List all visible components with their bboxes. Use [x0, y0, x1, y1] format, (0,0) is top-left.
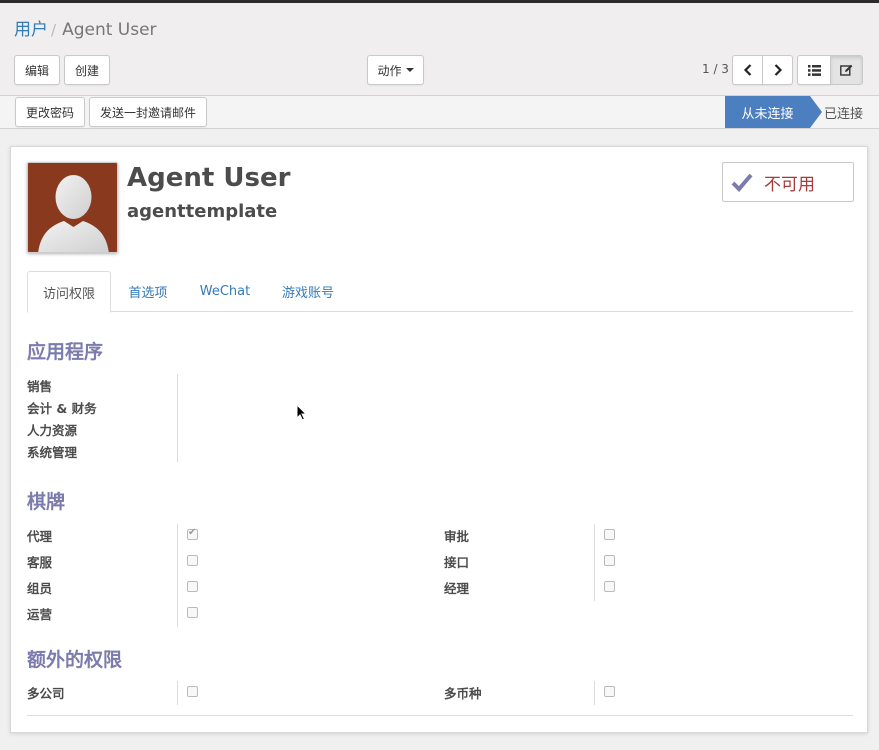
form-sheet: Agent User agenttemplate 不可用 访问权限 首选项 We… [10, 146, 868, 733]
group-support-label: 客服 [27, 555, 53, 570]
edit-button-label: 编辑 [24, 63, 49, 78]
form-view-button[interactable] [830, 55, 863, 85]
extra-right-divider [594, 681, 595, 705]
group-operation-label: 运营 [27, 607, 53, 622]
app-accounting-label: 会计 & 财务 [27, 401, 97, 416]
group-manager-checkbox[interactable] [604, 581, 615, 592]
app-hr-label: 人力资源 [27, 423, 78, 438]
group-member-checkbox[interactable] [187, 581, 198, 592]
breadcrumb: 用户 / Agent User [14, 15, 157, 40]
change-password-label: 更改密码 [25, 105, 74, 120]
active-toggle-label: 不可用 [764, 174, 815, 195]
group-interface-checkbox[interactable] [604, 555, 615, 566]
app-sales-label: 销售 [27, 379, 53, 394]
pager-value: 1 / 3 [702, 62, 729, 76]
extra-left-divider [177, 681, 178, 705]
check-icon [731, 173, 753, 192]
statusbar: 更改密码 发送一封邀请邮件 从未连接 已连接 [0, 95, 879, 129]
chess-right-divider [594, 524, 595, 601]
action-button-label: 动作 [377, 63, 402, 78]
tab-preferences[interactable]: 首选项 [116, 271, 180, 312]
breadcrumb-users-link[interactable]: 用户 [14, 20, 48, 40]
send-invite-label: 发送一封邀请邮件 [99, 105, 196, 120]
group-support-checkbox[interactable] [187, 555, 198, 566]
multi-currency-checkbox[interactable] [604, 686, 615, 697]
status-never-connected: 从未连接 [725, 96, 822, 128]
action-dropdown-button[interactable]: 动作 [367, 55, 424, 85]
group-approval-label: 审批 [444, 529, 470, 544]
create-button-label: 创建 [74, 63, 99, 78]
status-connected: 已连接 [824, 96, 863, 128]
send-invite-button[interactable]: 发送一封邀请邮件 [89, 97, 207, 127]
multi-currency-label: 多币种 [444, 686, 482, 701]
group-agent-label: 代理 [27, 529, 53, 544]
group-operation-checkbox[interactable] [187, 607, 198, 618]
chevron-left-icon [743, 64, 751, 76]
status-never-connected-label: 从未连接 [741, 106, 794, 122]
group-agent-checkbox[interactable] [187, 527, 198, 540]
user-name: Agent User [127, 163, 291, 193]
active-toggle-button[interactable]: 不可用 [722, 162, 854, 202]
tab-wechat[interactable]: WeChat [190, 271, 260, 312]
list-view-icon [807, 64, 821, 76]
app-admin-label: 系统管理 [27, 445, 78, 460]
tab-game-accounts[interactable]: 游戏账号 [272, 271, 344, 312]
group-approval-checkbox[interactable] [604, 529, 615, 540]
edit-form-icon [840, 64, 853, 76]
person-placeholder-icon [38, 175, 109, 252]
chevron-right-icon [774, 64, 782, 76]
extra-rights-section-title: 额外的权限 [27, 649, 123, 671]
applications-section-title: 应用程序 [27, 341, 104, 363]
user-login: agenttemplate [127, 201, 278, 222]
group-manager-label: 经理 [444, 581, 470, 596]
create-button[interactable]: 创建 [64, 55, 110, 85]
pager-next-button[interactable] [762, 55, 793, 85]
breadcrumb-current: Agent User [62, 20, 157, 40]
notebook-tabs: 访问权限 首选项 WeChat 游戏账号 [27, 271, 853, 313]
group-member-label: 组员 [27, 581, 53, 596]
sheet-bottom-separator [27, 715, 853, 716]
breadcrumb-separator: / [51, 21, 57, 39]
multi-company-label: 多公司 [27, 686, 65, 701]
tab-access-rights[interactable]: 访问权限 [27, 271, 111, 313]
change-password-button[interactable]: 更改密码 [15, 97, 85, 127]
user-avatar[interactable] [27, 162, 118, 253]
control-panel: 用户 / Agent User 编辑 创建 动作 1 / 3 [0, 3, 879, 96]
applications-divider [177, 374, 178, 462]
group-interface-label: 接口 [444, 555, 470, 570]
caret-down-icon [405, 68, 414, 72]
multi-company-checkbox[interactable] [187, 686, 198, 697]
chess-section-title: 棋牌 [27, 491, 66, 513]
chess-left-divider [177, 524, 178, 627]
status-connected-label: 已连接 [824, 106, 864, 122]
list-view-button[interactable] [797, 55, 831, 85]
mouse-pointer-icon [296, 404, 307, 421]
edit-button[interactable]: 编辑 [14, 55, 60, 85]
pager-previous-button[interactable] [732, 55, 763, 85]
